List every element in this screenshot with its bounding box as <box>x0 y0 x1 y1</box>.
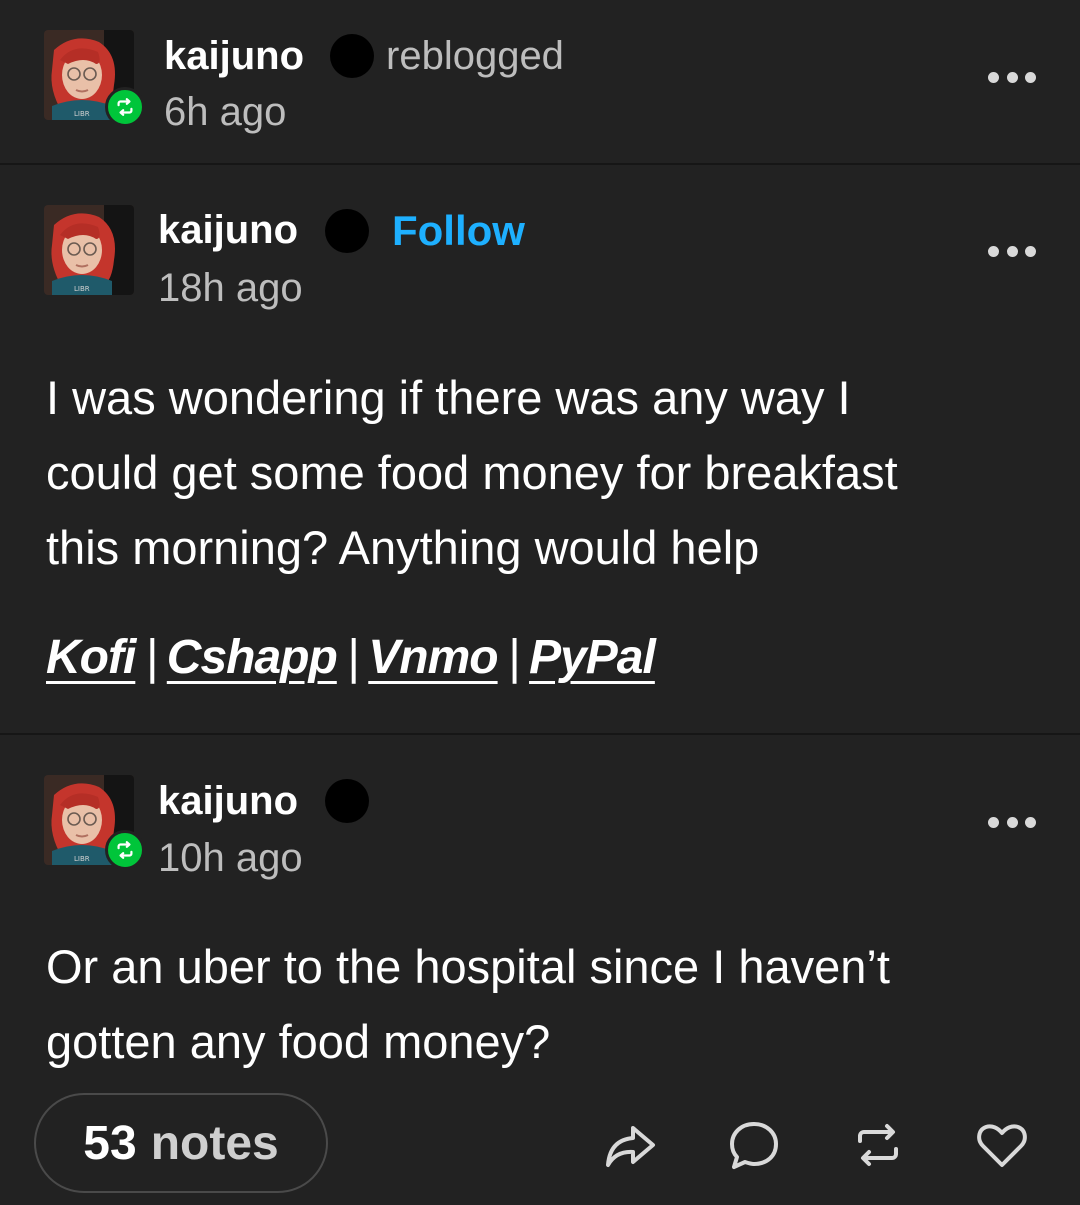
notes-label: notes <box>150 1116 279 1170</box>
like-icon[interactable] <box>974 1117 1030 1173</box>
avatar[interactable] <box>44 205 134 295</box>
paypal-link[interactable]: PyPal <box>529 631 656 684</box>
body-line: I was wondering if there was any way I <box>46 371 851 424</box>
body-line: this morning? Anything would help <box>46 521 760 574</box>
username[interactable]: kaijuno <box>164 36 304 76</box>
cashapp-link[interactable]: Cshapp <box>167 631 338 684</box>
separator: | <box>145 631 157 684</box>
timestamp: 10h ago <box>158 836 303 880</box>
reblog-icon[interactable] <box>850 1117 906 1173</box>
reblog-badge-icon <box>105 830 145 870</box>
username[interactable]: kaijuno <box>158 210 298 250</box>
more-options-icon[interactable] <box>988 815 1036 829</box>
blog-status-dot <box>330 34 374 78</box>
body-line: Or an uber to the hospital since I haven… <box>46 940 890 993</box>
blog-status-dot <box>325 779 369 823</box>
kofi-link[interactable]: Kofi <box>46 631 136 684</box>
more-options-icon[interactable] <box>988 244 1036 258</box>
timestamp: 18h ago <box>158 266 303 310</box>
blog-status-dot <box>325 209 369 253</box>
notes-count: 53 <box>83 1116 137 1170</box>
more-options-icon[interactable] <box>988 70 1036 84</box>
reblog-header: kaijuno reblogged 6h ago <box>0 0 1080 164</box>
timestamp: 6h ago <box>164 90 287 134</box>
separator: | <box>346 631 359 684</box>
follow-button[interactable]: Follow <box>392 210 525 252</box>
reblog-post-header: kaijuno 10h ago <box>0 735 1080 885</box>
body-line: could get some food money for breakfast <box>46 446 898 499</box>
notes-button[interactable]: 53 notes <box>34 1093 328 1193</box>
reply-icon[interactable] <box>726 1117 782 1173</box>
body-line: gotten any food money? <box>46 1015 551 1068</box>
username[interactable]: kaijuno <box>158 781 298 821</box>
post-body: I was wondering if there was any way I c… <box>46 360 1036 585</box>
share-icon[interactable] <box>602 1117 658 1173</box>
venmo-link[interactable]: Vnmo <box>368 631 498 684</box>
payment-links: Kofi | Cshapp | Vnmo | PyPal <box>46 628 656 688</box>
separator: | <box>507 631 520 684</box>
post-header: kaijuno Follow 18h ago <box>0 164 1080 314</box>
reblogged-label: reblogged <box>386 34 564 78</box>
reblog-body: Or an uber to the hospital since I haven… <box>46 929 1036 1079</box>
reblog-badge-icon <box>105 87 145 127</box>
